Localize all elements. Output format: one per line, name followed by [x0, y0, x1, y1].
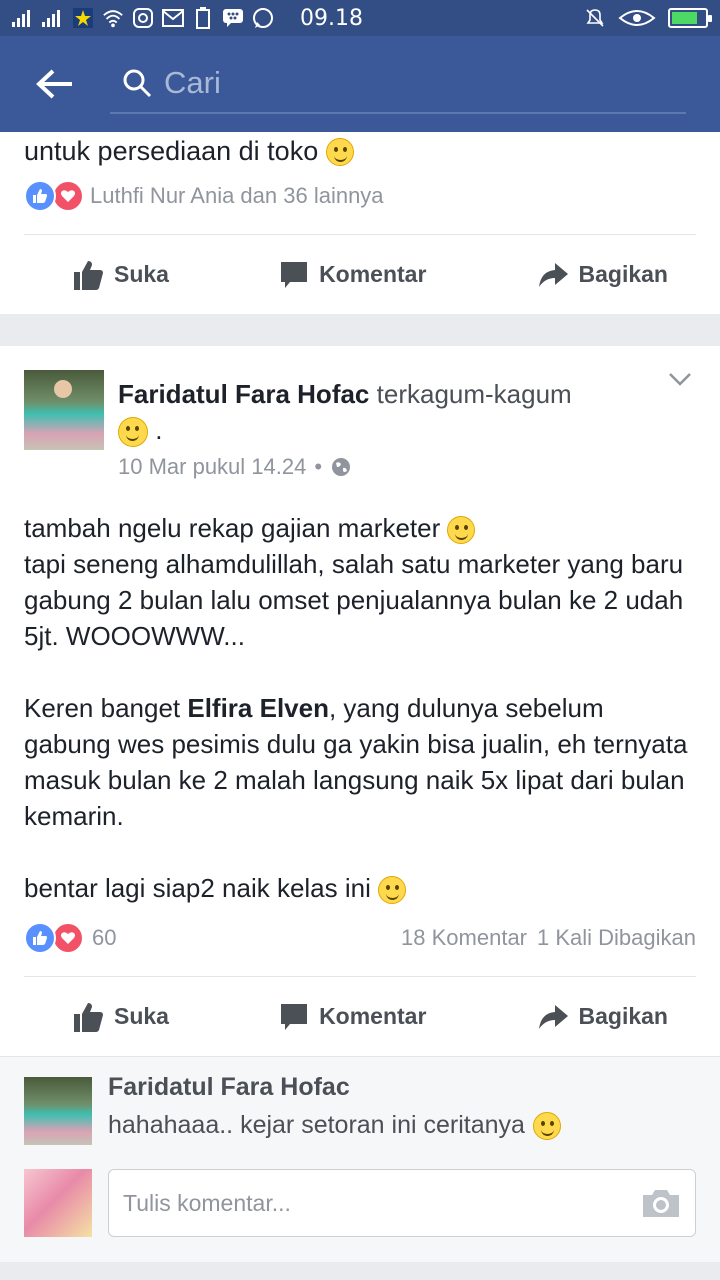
smile-emoji-icon	[326, 137, 355, 166]
post-stats: 60 18 Komentar 1 Kali Dibagikan	[24, 922, 696, 954]
battery-icon	[668, 8, 712, 28]
alarm-off-icon	[584, 7, 606, 29]
share-button[interactable]: Bagikan	[487, 261, 696, 289]
thumbs-up-icon	[74, 260, 103, 290]
comment-icon	[281, 1003, 308, 1030]
post-card: untuk persediaan di toko Luthfi Nur Ania…	[0, 132, 720, 314]
love-reaction-icon	[52, 180, 84, 212]
like-button[interactable]: Suka	[24, 1001, 219, 1033]
share-icon	[538, 1004, 568, 1029]
chevron-down-icon	[669, 373, 691, 386]
signal-icon	[12, 7, 34, 29]
comments-count-link[interactable]: 18 Komentar	[401, 925, 527, 951]
comment-composer[interactable]	[108, 1169, 696, 1237]
post-author-line: Faridatul Fara Hofac terkagum-kagum .	[118, 376, 648, 448]
reactions-summary[interactable]: 60	[24, 922, 116, 954]
comment-text: hahahaaa.. kejar setoran ini ceritanya	[108, 1111, 561, 1140]
whatsapp-icon	[252, 7, 274, 29]
post-card: Faridatul Fara Hofac terkagum-kagum . 10…	[0, 346, 720, 1060]
grin-emoji-icon	[378, 876, 407, 905]
grin-emoji-icon	[532, 1111, 561, 1140]
post-timestamp: 10 Mar pukul 14.24 •	[118, 454, 352, 480]
post-body: tambah ngelu rekap gajian marketer tapi …	[24, 513, 688, 905]
signal-icon	[42, 7, 64, 29]
comment-icon	[281, 261, 308, 288]
shares-count-link[interactable]: 1 Kali Dibagikan	[537, 925, 696, 951]
share-button[interactable]: Bagikan	[487, 1003, 696, 1031]
thumbs-up-icon	[74, 1002, 103, 1032]
like-reaction-icon	[24, 180, 56, 212]
status-bar: 09.18	[0, 0, 720, 36]
commenter-avatar[interactable]	[24, 1077, 92, 1145]
share-icon	[538, 262, 568, 287]
wifi-icon	[102, 7, 124, 29]
comments-section: Faridatul Fara Hofac hahahaaa.. kejar se…	[0, 1056, 720, 1262]
search-header	[0, 36, 720, 132]
feed-bottom-gap	[0, 1262, 720, 1280]
search-input[interactable]	[164, 65, 686, 101]
post-menu-chevron[interactable]	[668, 372, 692, 391]
like-reaction-icon	[24, 922, 56, 954]
reaction-count: 60	[92, 925, 117, 950]
battery-saver-icon	[192, 7, 214, 29]
back-arrow-icon	[36, 69, 72, 99]
mention-link[interactable]: Elfira Elven	[187, 693, 329, 723]
like-button[interactable]: Suka	[24, 259, 219, 291]
search-icon	[110, 68, 164, 98]
clock: 09.18	[300, 5, 363, 31]
post-action-bar: Suka Komentar Bagikan	[24, 976, 696, 1056]
comment-button[interactable]: Komentar	[229, 260, 476, 290]
post-text: untuk persediaan di toko	[24, 136, 355, 167]
reactions-summary[interactable]: Luthfi Nur Ania dan 36 lainnya	[24, 180, 384, 212]
comment-button[interactable]: Komentar	[229, 1002, 476, 1032]
my-avatar	[24, 1169, 92, 1237]
reaction-names: Luthfi Nur Ania dan 36 lainnya	[90, 183, 384, 208]
search-bar[interactable]	[110, 54, 686, 114]
commenter-name[interactable]: Faridatul Fara Hofac	[108, 1073, 350, 1102]
app-icon	[72, 7, 94, 29]
eye-icon	[618, 7, 656, 29]
globe-icon	[332, 458, 351, 476]
author-name[interactable]: Faridatul Fara Hofac	[118, 379, 369, 409]
feeling-text: terkagum-kagum	[376, 379, 572, 409]
instagram-icon	[132, 7, 154, 29]
grin-emoji-icon	[447, 516, 476, 545]
love-reaction-icon	[52, 922, 84, 954]
bbm-icon	[222, 7, 244, 29]
author-avatar[interactable]	[24, 370, 104, 450]
gmail-icon	[162, 7, 184, 29]
post-action-bar: Suka Komentar Bagikan	[24, 234, 696, 314]
feeling-emoji-icon	[118, 417, 148, 448]
camera-icon[interactable]	[641, 1187, 681, 1219]
back-button[interactable]	[0, 36, 110, 132]
comment-input[interactable]	[123, 1189, 641, 1217]
